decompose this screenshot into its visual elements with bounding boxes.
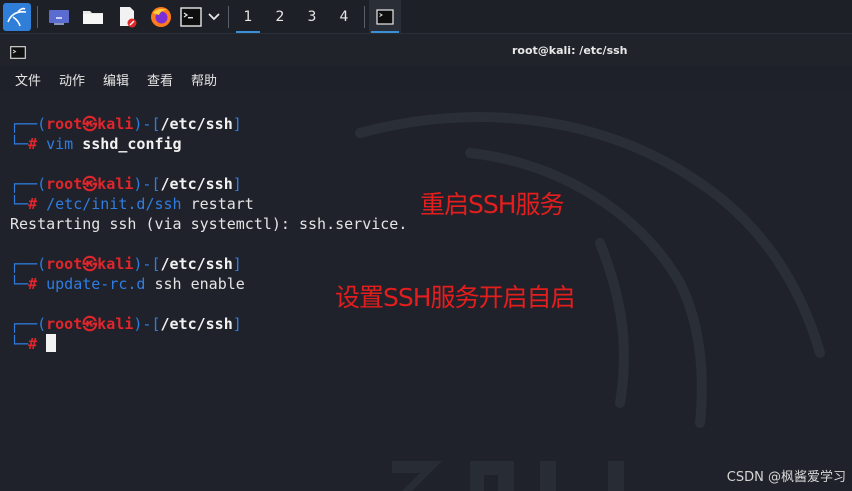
menu-file[interactable]: 文件 <box>15 70 41 89</box>
workspace-3[interactable]: 3 <box>298 0 326 34</box>
kali-menu-icon[interactable] <box>2 0 32 34</box>
chevron-down-icon[interactable] <box>205 0 223 34</box>
window-titlebar[interactable]: root@kali: /etc/ssh <box>0 35 852 65</box>
desktop-icon[interactable] <box>46 0 72 34</box>
menu-view[interactable]: 查看 <box>147 70 173 89</box>
prompt-line: ┌──(root㉿kali)-[/etc/ssh] <box>10 255 242 273</box>
menu-edit[interactable]: 编辑 <box>103 70 129 89</box>
taskbar-separator <box>364 6 365 28</box>
taskbar: 1 2 3 4 <box>0 0 852 34</box>
terminal-icon[interactable] <box>179 0 203 34</box>
prompt-line: ┌──(root㉿kali)-[/etc/ssh] <box>10 315 242 333</box>
command-output: Restarting ssh (via systemctl): ssh.serv… <box>10 215 408 233</box>
taskbar-terminal-window-button[interactable] <box>369 0 401 34</box>
watermark-credit: CSDN @枫酱爱学习 <box>726 470 846 485</box>
menu-action[interactable]: 动作 <box>59 70 85 89</box>
annotation-restart: 重启SSH服务 <box>420 190 565 219</box>
screen: 1 2 3 4 root@kali: /etc/ssh 文件 动作 编辑 查看 … <box>0 0 852 491</box>
command-line: └─# update-rc.d ssh enable <box>10 275 245 293</box>
prompt-line: ┌──(root㉿kali)-[/etc/ssh] <box>10 115 242 133</box>
menubar: 文件 动作 编辑 查看 帮助 <box>0 65 852 93</box>
command-line[interactable]: └─# <box>10 334 57 354</box>
workspace-4[interactable]: 4 <box>330 0 358 34</box>
command-line: └─# vim sshd_config <box>10 135 182 153</box>
text-editor-icon[interactable] <box>114 0 140 34</box>
file-manager-icon[interactable] <box>80 0 106 34</box>
annotation-enable: 设置SSH服务开启自启 <box>335 283 576 312</box>
menu-help[interactable]: 帮助 <box>191 70 217 89</box>
window-title: root@kali: /etc/ssh <box>512 44 628 57</box>
taskbar-separator <box>228 6 229 28</box>
terminal-output[interactable]: ┌──(root㉿kali)-[/etc/ssh] └─# vim sshd_c… <box>0 93 852 491</box>
text-cursor <box>46 334 57 352</box>
terminal-window: root@kali: /etc/ssh 文件 动作 编辑 查看 帮助 ┌──(r… <box>0 35 852 491</box>
workspace-2[interactable]: 2 <box>266 0 294 34</box>
command-line: └─# /etc/init.d/ssh restart <box>10 195 254 213</box>
workspace-1[interactable]: 1 <box>234 0 262 34</box>
prompt-line: ┌──(root㉿kali)-[/etc/ssh] <box>10 175 242 193</box>
firefox-icon[interactable] <box>147 0 175 34</box>
taskbar-separator <box>37 6 38 28</box>
